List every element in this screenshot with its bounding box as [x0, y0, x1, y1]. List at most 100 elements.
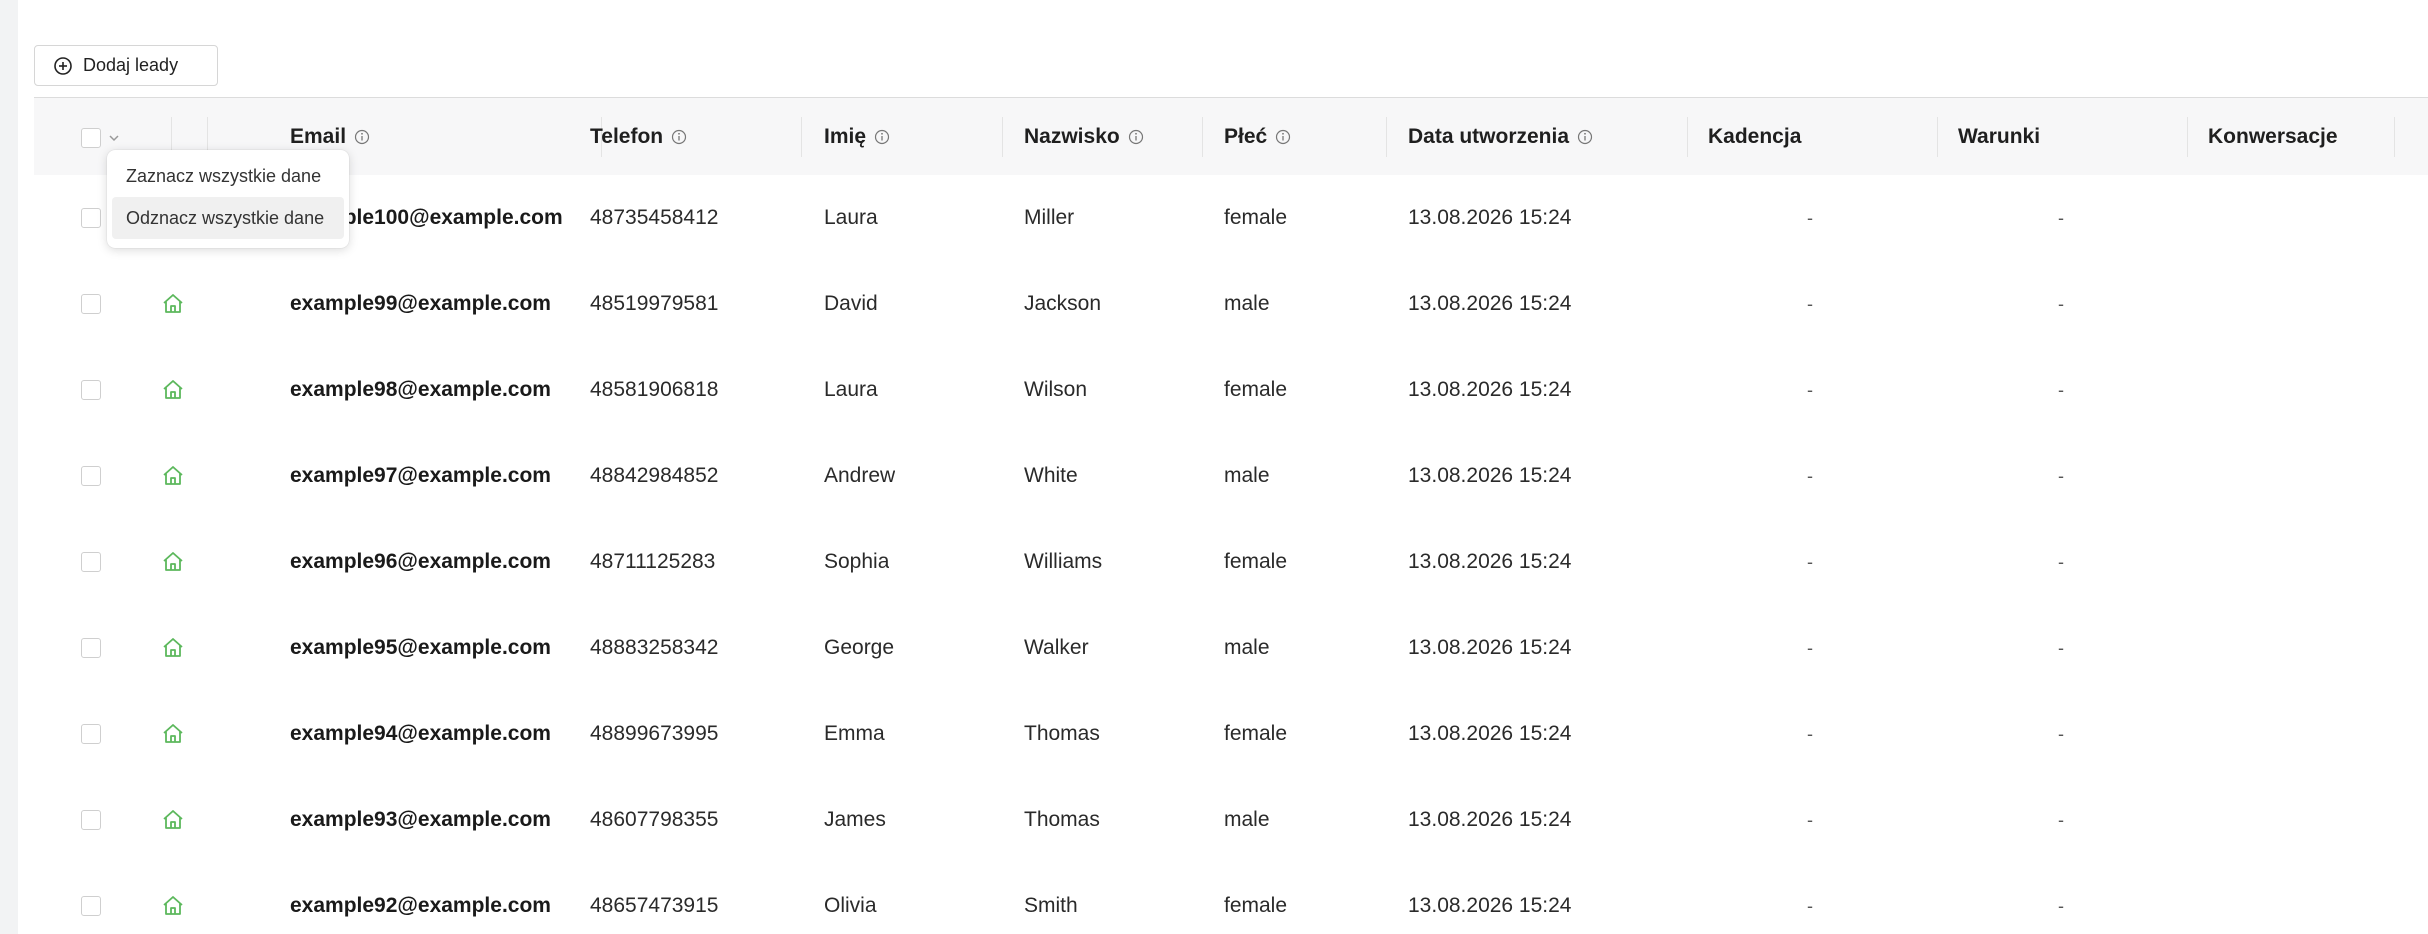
phone-cell: 48581906818 [590, 378, 719, 401]
row-checkbox[interactable] [81, 638, 101, 658]
gender-cell: male [1224, 292, 1270, 315]
menu-item-deselect-all[interactable]: Odznacz wszystkie dane [112, 197, 344, 239]
column-header-cadence[interactable]: Kadencja [1708, 98, 1801, 175]
table-row[interactable]: example100@example.com 48735458412 Laura… [34, 175, 2428, 262]
phone-cell: 48711125283 [590, 550, 716, 573]
plus-circle-icon [53, 56, 73, 76]
chevron-down-icon[interactable] [107, 131, 121, 145]
email-cell[interactable]: example97@example.com [290, 433, 580, 519]
gender-cell: male [1224, 636, 1270, 659]
conditions-cell: - [2058, 551, 2064, 572]
column-separator [2187, 117, 2188, 157]
cadence-cell: - [1807, 465, 1813, 486]
phone-cell: 48657473915 [590, 894, 719, 917]
phone-cell: 48883258342 [590, 636, 719, 659]
table-row[interactable]: example95@example.com 48883258342 George… [34, 605, 2428, 692]
column-header-last-name[interactable]: Nazwisko [1024, 98, 1144, 175]
home-icon [161, 636, 185, 660]
gender-cell: female [1224, 206, 1288, 229]
first-name-cell: Laura [824, 378, 878, 401]
table-row[interactable]: example92@example.com 48657473915 Olivia… [34, 863, 2428, 934]
first-name-cell: Emma [824, 722, 885, 745]
column-header-first-name[interactable]: Imię [824, 98, 890, 175]
email-cell[interactable]: example93@example.com [290, 777, 580, 863]
row-checkbox[interactable] [81, 896, 101, 916]
row-checkbox[interactable] [81, 466, 101, 486]
created-cell: 13.08.2026 15:24 [1408, 808, 1572, 831]
column-label: Telefon [590, 124, 664, 148]
last-name-cell: White [1024, 464, 1078, 487]
cadence-cell: - [1807, 637, 1813, 658]
created-cell: 13.08.2026 15:24 [1408, 550, 1572, 573]
table-row[interactable]: example93@example.com 48607798355 James … [34, 777, 2428, 864]
info-icon[interactable] [1577, 129, 1593, 145]
select-all-checkbox[interactable] [81, 127, 101, 148]
home-icon [161, 550, 185, 574]
gender-cell: male [1224, 464, 1270, 487]
email-cell[interactable]: example98@example.com [290, 347, 580, 433]
column-header-conversations[interactable]: Konwersacje [2208, 98, 2338, 175]
column-separator [1386, 117, 1387, 157]
column-header-created[interactable]: Data utworzenia [1408, 98, 1593, 175]
column-separator [1687, 117, 1688, 157]
email-cell[interactable]: example94@example.com [290, 691, 580, 777]
phone-cell: 48899673995 [590, 722, 719, 745]
row-checkbox[interactable] [81, 724, 101, 744]
column-separator [2394, 117, 2395, 157]
last-name-cell: Miller [1024, 206, 1075, 229]
created-cell: 13.08.2026 15:24 [1408, 464, 1572, 487]
conditions-cell: - [2058, 207, 2064, 228]
info-icon[interactable] [354, 129, 370, 145]
last-name-cell: Thomas [1024, 808, 1100, 831]
last-name-cell: Smith [1024, 894, 1078, 917]
menu-item-select-all[interactable]: Zaznacz wszystkie dane [112, 155, 344, 197]
home-icon [161, 894, 185, 918]
conditions-cell: - [2058, 465, 2064, 486]
column-label: Imię [824, 124, 867, 148]
email-cell[interactable]: example92@example.com [290, 863, 580, 934]
email-cell[interactable]: example95@example.com [290, 605, 580, 691]
table-row[interactable]: example99@example.com 48519979581 David … [34, 261, 2428, 348]
info-icon[interactable] [1128, 129, 1144, 145]
column-header-conditions[interactable]: Warunki [1958, 98, 2040, 175]
last-name-cell: Williams [1024, 550, 1103, 573]
add-leads-label: Dodaj leady [83, 55, 179, 75]
phone-cell: 48607798355 [590, 808, 719, 831]
created-cell: 13.08.2026 15:24 [1408, 206, 1572, 229]
row-checkbox[interactable] [81, 810, 101, 830]
gender-cell: female [1224, 894, 1288, 917]
last-name-cell: Jackson [1024, 292, 1102, 315]
leads-table: Email Telefon Imię Nazwisko Płeć Data ut… [34, 97, 2428, 934]
row-checkbox[interactable] [81, 294, 101, 314]
row-checkbox[interactable] [81, 552, 101, 572]
created-cell: 13.08.2026 15:24 [1408, 894, 1572, 917]
first-name-cell: Laura [824, 206, 878, 229]
email-cell[interactable]: example96@example.com [290, 519, 580, 605]
gender-cell: female [1224, 722, 1288, 745]
row-checkbox[interactable] [81, 208, 101, 228]
column-header-gender[interactable]: Płeć [1224, 98, 1291, 175]
table-row[interactable]: example94@example.com 48899673995 Emma T… [34, 691, 2428, 778]
column-label: Warunki [1958, 124, 2041, 148]
table-row[interactable]: example97@example.com 48842984852 Andrew… [34, 433, 2428, 520]
home-icon [161, 292, 185, 316]
home-icon [161, 808, 185, 832]
cadence-cell: - [1807, 809, 1813, 830]
gender-cell: female [1224, 550, 1288, 573]
column-label: Nazwisko [1024, 124, 1120, 148]
select-all-dropdown-menu: Zaznacz wszystkie dane Odznacz wszystkie… [107, 150, 349, 248]
first-name-cell: George [824, 636, 895, 659]
conditions-cell: - [2058, 723, 2064, 744]
table-row[interactable]: example96@example.com 48711125283 Sophia… [34, 519, 2428, 606]
last-name-cell: Thomas [1024, 722, 1100, 745]
email-cell[interactable]: example99@example.com [290, 261, 580, 347]
info-icon[interactable] [671, 129, 687, 145]
info-icon[interactable] [874, 129, 890, 145]
column-header-phone[interactable]: Telefon [590, 98, 687, 175]
info-icon[interactable] [1275, 129, 1291, 145]
add-leads-button[interactable]: Dodaj leady [34, 45, 218, 86]
gender-cell: female [1224, 378, 1288, 401]
cadence-cell: - [1807, 379, 1813, 400]
row-checkbox[interactable] [81, 380, 101, 400]
table-row[interactable]: example98@example.com 48581906818 Laura … [34, 347, 2428, 434]
